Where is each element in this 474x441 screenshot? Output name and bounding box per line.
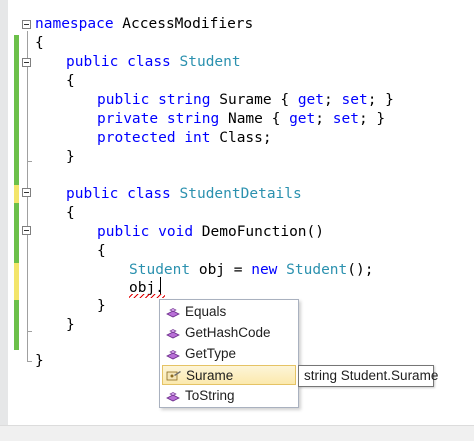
property-icon xyxy=(166,371,181,381)
code-line: { xyxy=(66,73,75,89)
code-line: { xyxy=(97,243,106,259)
outline-end-tick xyxy=(27,331,32,332)
change-bar-saved xyxy=(14,300,19,350)
code-line: public void DemoFunction() xyxy=(97,224,324,240)
change-bar-unsaved xyxy=(14,263,19,300)
outline-end-tick xyxy=(27,361,32,362)
method-icon xyxy=(166,350,180,360)
code-line: Student obj = new Student(); xyxy=(129,262,374,278)
quick-info-tooltip: string Student.Surame xyxy=(298,365,438,387)
collapse-namespace-toggle[interactable] xyxy=(22,20,31,29)
collapse-demofunction-toggle[interactable] xyxy=(22,226,31,235)
error-squiggle xyxy=(129,294,165,298)
completion-item-equals[interactable]: Equals xyxy=(162,302,296,322)
code-line: } xyxy=(66,149,75,165)
collapse-studentdetails-toggle[interactable] xyxy=(22,188,31,197)
change-bar-unsaved xyxy=(14,185,19,203)
method-icon xyxy=(166,392,180,402)
editor-bottom-edge xyxy=(0,425,474,441)
completion-item-tostring[interactable]: ToString xyxy=(162,386,296,406)
code-line: protected int Class; xyxy=(97,130,272,146)
code-line: { xyxy=(35,35,44,51)
method-icon xyxy=(166,308,180,318)
code-line: public class StudentDetails xyxy=(66,186,302,202)
code-line: { xyxy=(66,205,75,221)
method-icon xyxy=(166,329,180,339)
code-line: namespace AccessModifiers xyxy=(35,16,254,32)
tooltip-text: string Student.Surame xyxy=(304,368,439,383)
outline-end-tick xyxy=(27,161,32,162)
collapse-student-toggle[interactable] xyxy=(22,58,31,67)
change-bar-saved xyxy=(14,35,19,185)
completion-item-surame-selected[interactable]: Surame xyxy=(162,365,296,385)
completion-item-gethashcode[interactable]: GetHashCode xyxy=(162,323,296,343)
intellisense-completion-list[interactable]: Equals GetHashCode GetType Surame ToStri… xyxy=(159,299,299,408)
completion-item-gettype[interactable]: GetType xyxy=(162,344,296,364)
code-line: } xyxy=(35,353,44,369)
code-line: } xyxy=(66,317,75,333)
editor-margin xyxy=(0,0,8,440)
text-caret xyxy=(160,277,161,294)
change-bar-saved xyxy=(14,203,19,263)
code-line: public class Student xyxy=(66,54,241,70)
code-line: public string Surame { get; set; } xyxy=(97,92,394,108)
code-line: } xyxy=(97,298,106,314)
code-line: private string Name { get; set; } xyxy=(97,111,386,127)
